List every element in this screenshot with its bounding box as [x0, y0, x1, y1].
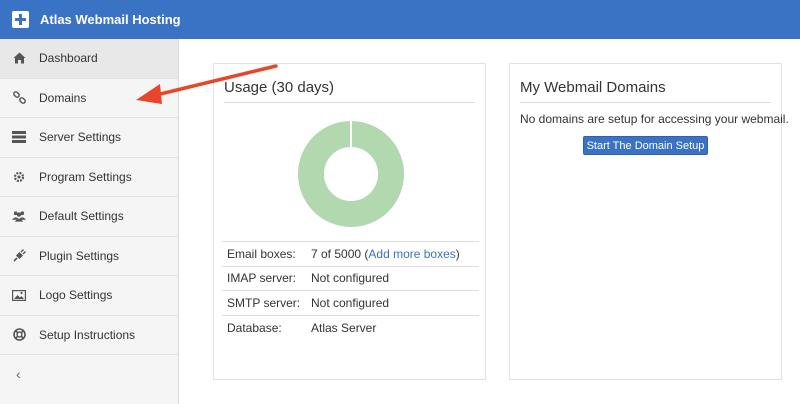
sidebar-item-label: Logo Settings: [39, 288, 113, 303]
server-icon: [12, 130, 26, 144]
sidebar-item-plugin-settings[interactable]: Plugin Settings: [0, 237, 178, 276]
sidebar-item-server-settings[interactable]: Server Settings: [0, 118, 178, 158]
smtp-server-value: Not configured: [306, 290, 479, 315]
database-value: Atlas Server: [306, 314, 479, 340]
sidebar-item-program-settings[interactable]: Program Settings: [0, 158, 178, 197]
divider: [520, 102, 771, 103]
sidebar-item-label: Default Settings: [39, 209, 124, 224]
image-icon: [12, 288, 26, 302]
home-icon: [12, 51, 26, 65]
sidebar-item-logo-settings[interactable]: Logo Settings: [0, 276, 178, 316]
table-row: Database: Atlas Server: [222, 314, 479, 340]
usage-title: Usage (30 days): [224, 79, 335, 96]
lifebuoy-icon: [12, 328, 26, 342]
no-domains-message: No domains are setup for accessing your …: [520, 112, 789, 126]
add-more-boxes-link[interactable]: Add more boxes: [368, 247, 455, 261]
usage-panel: Usage (30 days) Email boxes: 7 of 5000 (…: [213, 63, 486, 380]
imap-server-value: Not configured: [306, 265, 479, 291]
plug-icon: [12, 249, 26, 263]
sidebar: Dashboard Domains Server Settings Progra…: [0, 39, 179, 404]
link-icon: [12, 91, 26, 105]
domains-title: My Webmail Domains: [520, 79, 666, 96]
paren-close: ): [455, 246, 460, 261]
app-title: Atlas Webmail Hosting: [40, 12, 181, 27]
sidebar-item-default-settings[interactable]: Default Settings: [0, 197, 178, 237]
plus-logo-icon: [12, 11, 29, 28]
start-domain-setup-button[interactable]: Start The Domain Setup: [583, 136, 708, 155]
table-row: IMAP server: Not configured: [222, 265, 479, 291]
imap-server-label: IMAP server:: [222, 265, 306, 291]
top-bar: Atlas Webmail Hosting: [0, 0, 800, 39]
users-icon: [12, 209, 26, 223]
table-row: Email boxes: 7 of 5000 (Add more boxes): [222, 241, 479, 266]
divider: [224, 102, 475, 103]
sidebar-item-label: Server Settings: [39, 130, 122, 145]
gear-icon: [12, 170, 26, 184]
sidebar-item-label: Plugin Settings: [39, 248, 120, 263]
sidebar-item-label: Domains: [39, 90, 87, 105]
email-boxes-count: 7 of 5000: [311, 246, 362, 261]
database-label: Database:: [222, 314, 306, 340]
sidebar-item-setup-instructions[interactable]: Setup Instructions: [0, 316, 178, 355]
smtp-server-label: SMTP server:: [222, 290, 306, 315]
sidebar-item-label: Program Settings: [39, 169, 132, 184]
table-row: SMTP server: Not configured: [222, 290, 479, 315]
sidebar-item-label: Setup Instructions: [39, 327, 136, 342]
email-boxes-label: Email boxes:: [222, 241, 306, 266]
email-boxes-value: 7 of 5000 (Add more boxes): [306, 241, 479, 266]
sidebar-item-domains[interactable]: Domains: [0, 79, 178, 118]
sidebar-item-dashboard[interactable]: Dashboard: [0, 39, 178, 79]
sidebar-item-label: Dashboard: [39, 51, 98, 66]
usage-info-table: Email boxes: 7 of 5000 (Add more boxes) …: [222, 241, 479, 340]
domains-panel: My Webmail Domains No domains are setup …: [509, 63, 789, 380]
collapse-sidebar-button[interactable]: ‹: [0, 355, 178, 393]
usage-donut-chart: [298, 121, 404, 227]
